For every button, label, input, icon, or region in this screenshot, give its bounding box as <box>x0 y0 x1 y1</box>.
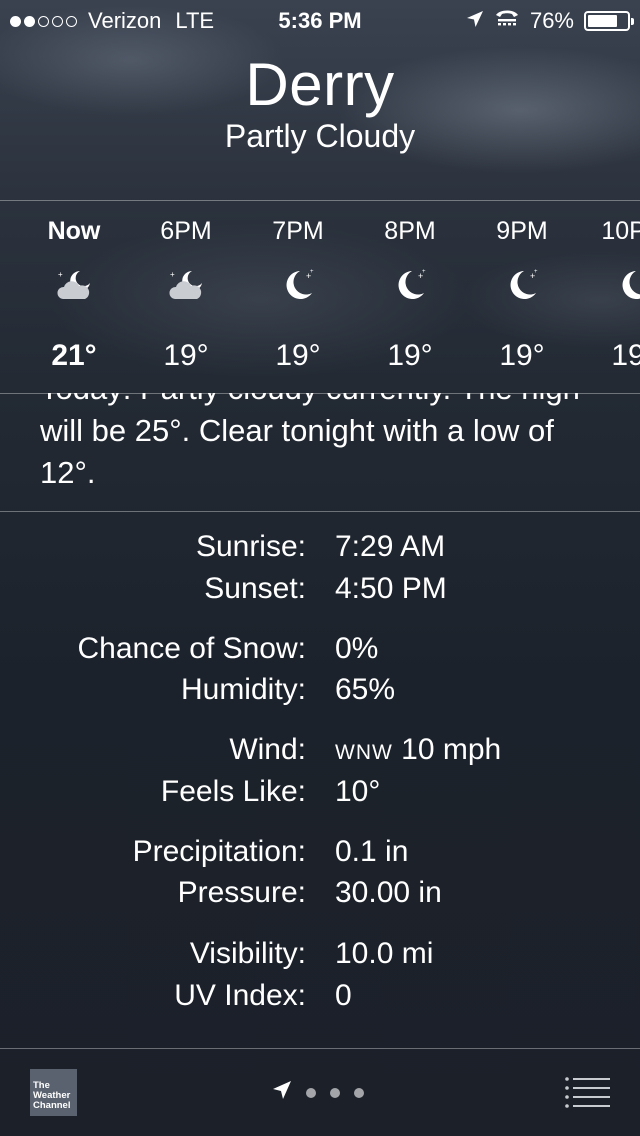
hour-time: 9PM <box>496 217 548 245</box>
hourly-item-now: Now + 21° <box>24 201 124 393</box>
hourly-item: 7PM + + 19° <box>248 201 348 393</box>
detail-label: Chance of Snow: <box>77 632 306 665</box>
page-dot <box>354 1087 364 1098</box>
detail-label: Humidity: <box>180 673 306 706</box>
location-arrow-icon <box>272 1080 292 1105</box>
wind-direction: WNW <box>335 741 393 764</box>
hour-time: 7PM <box>272 217 324 245</box>
detail-value: 7:29 AM <box>335 530 446 563</box>
partly-cloudy-night-icon: + <box>54 265 94 305</box>
detail-row-chance-of-snow: Chance of Snow: 0% <box>0 632 640 672</box>
detail-value: 65% <box>335 673 396 706</box>
detail-row-visibility: Visibility: 10.0 mi <box>0 937 640 977</box>
hourly-item: 9PM + + 19° <box>472 201 572 393</box>
clear-night-icon: + + <box>278 265 318 305</box>
clear-night-icon: + + <box>614 265 640 305</box>
hour-temp: 19° <box>611 339 640 372</box>
detail-label: Wind: <box>229 733 306 766</box>
detail-label: Sunset: <box>204 572 306 605</box>
battery-icon <box>584 11 634 31</box>
page-dot <box>306 1087 316 1098</box>
hour-time: 8PM <box>384 217 436 245</box>
detail-label: Feels Like: <box>160 775 306 808</box>
status-right: 76% <box>456 8 634 34</box>
detail-row-uv-index: UV Index: 0 <box>0 979 640 1019</box>
battery-fill <box>588 15 617 27</box>
svg-text:+: + <box>310 269 314 275</box>
clear-night-icon: + + <box>502 265 542 305</box>
logo-line: Channel <box>33 1100 71 1111</box>
tty-icon <box>494 8 520 34</box>
hourly-item: 10PM + + 19° <box>584 201 640 393</box>
detail-value: WNW 10 mph <box>335 733 501 767</box>
hour-temp: 19° <box>275 339 321 372</box>
detail-row-pressure: Pressure: 30.00 in <box>0 876 640 916</box>
detail-value: 30.00 in <box>335 876 442 909</box>
partly-cloudy-night-icon: + <box>166 265 206 305</box>
hourly-item: 6PM + 19° <box>136 201 236 393</box>
hourly-forecast[interactable]: Now + 21° 6PM + 19° 7PM + + 19° 8PM + + … <box>0 200 640 394</box>
current-condition: Partly Cloudy <box>224 118 416 154</box>
detail-value: 10° <box>335 775 381 808</box>
detail-row-precipitation: Precipitation: 0.1 in <box>0 835 640 875</box>
detail-label: Sunrise: <box>195 530 306 563</box>
city-name: Derry <box>245 51 395 118</box>
status-bar: Verizon LTE 5:36 PM 76% <box>0 0 640 40</box>
svg-text:+: + <box>170 270 175 279</box>
detail-row-sunset: Sunset: 4:50 PM <box>0 572 640 612</box>
list-icon[interactable] <box>565 1076 610 1108</box>
detail-value: 0.1 in <box>335 835 409 868</box>
detail-row-sunrise: Sunrise: 7:29 AM <box>0 530 640 570</box>
detail-value: 0 <box>335 979 352 1012</box>
detail-value: 0% <box>335 632 379 665</box>
hour-temp: 21° <box>51 339 97 372</box>
svg-text:+: + <box>58 270 63 279</box>
hour-temp: 19° <box>163 339 209 372</box>
detail-row-wind: Wind: WNW 10 mph <box>0 733 640 773</box>
detail-label: Precipitation: <box>132 835 306 868</box>
divider <box>0 511 640 512</box>
battery-percent: 76% <box>529 8 574 33</box>
hour-time: Now <box>47 217 101 245</box>
page-dot <box>330 1087 340 1098</box>
bottom-bar: The Weather Channel <box>0 1048 640 1136</box>
hour-temp: 19° <box>387 339 433 372</box>
page-indicator[interactable] <box>272 1080 364 1105</box>
detail-value: 10.0 mi <box>335 937 434 970</box>
svg-text:+: + <box>422 269 426 275</box>
detail-label: Visibility: <box>189 937 306 970</box>
hour-temp: 19° <box>499 339 545 372</box>
detail-label: Pressure: <box>177 876 306 909</box>
detail-row-feels-like: Feels Like: 10° <box>0 775 640 815</box>
detail-label: UV Index: <box>174 979 306 1012</box>
wind-speed: 10 mph <box>401 733 502 766</box>
hourly-item: 8PM + + 19° <box>360 201 460 393</box>
svg-text:+: + <box>534 269 538 275</box>
hour-time: 10PM <box>601 217 640 245</box>
weather-channel-logo[interactable]: The Weather Channel <box>30 1069 77 1116</box>
location-services-icon <box>466 8 484 34</box>
summary-clip: Today: Partly cloudy currently. The high… <box>0 393 640 511</box>
hour-time: 6PM <box>160 217 212 245</box>
daily-summary: Today: Partly cloudy currently. The high… <box>40 393 580 490</box>
detail-row-humidity: Humidity: 65% <box>0 673 640 713</box>
clear-night-icon: + + <box>390 265 430 305</box>
detail-value: 4:50 PM <box>335 572 447 605</box>
